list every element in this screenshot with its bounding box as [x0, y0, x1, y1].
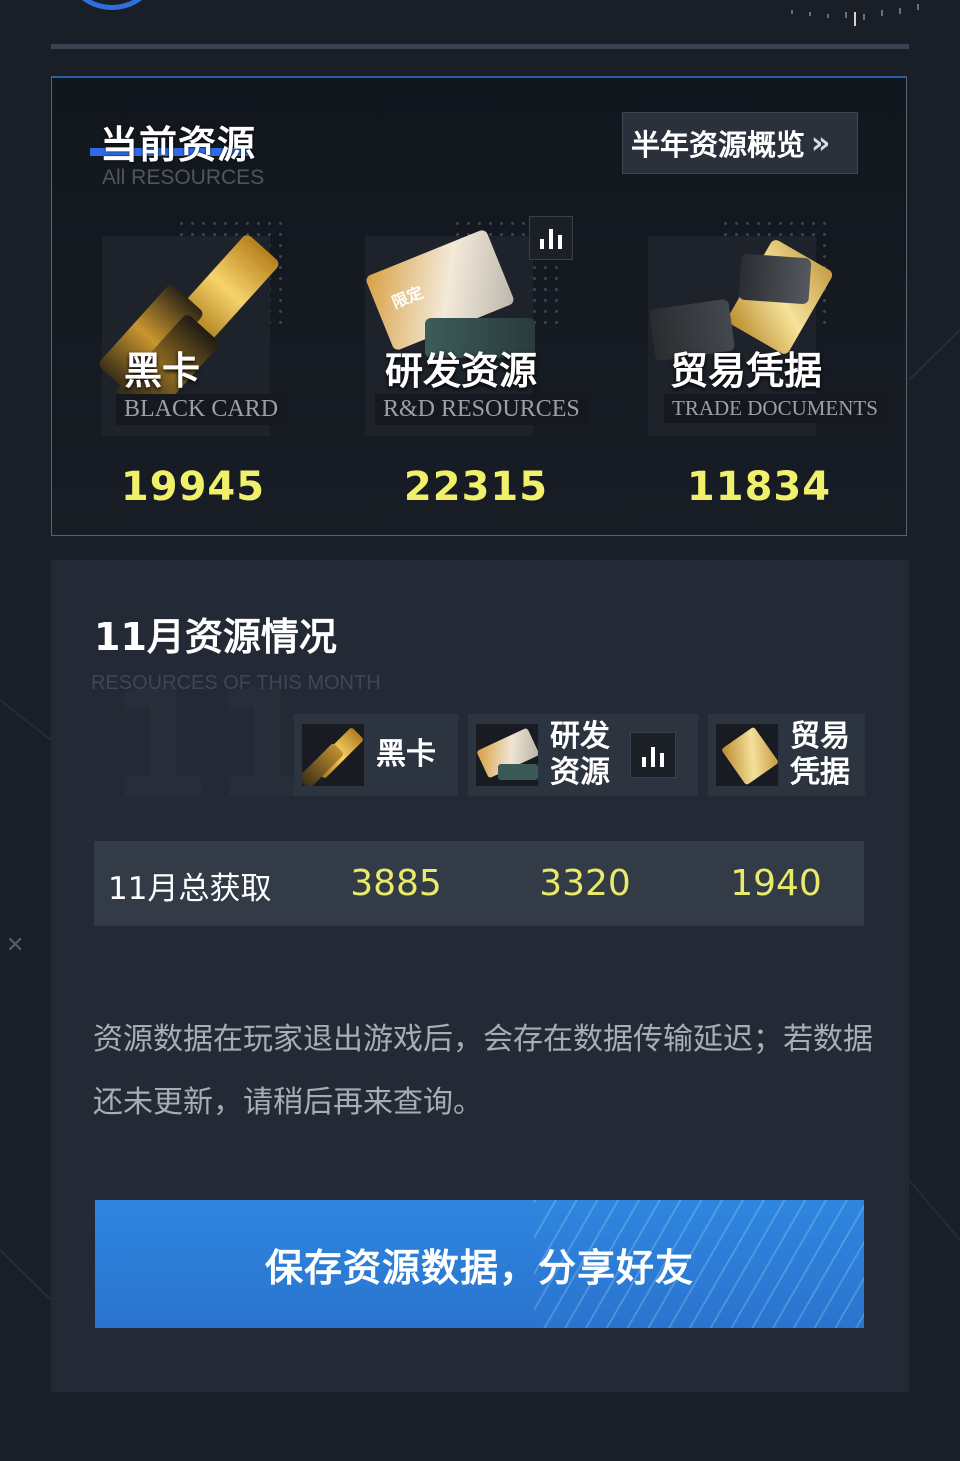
black-card-monthly-value: 3885 [350, 863, 442, 904]
rd-resources-icon [476, 724, 538, 786]
panel-subtitle: All RESOURCES [102, 166, 265, 189]
resource-card-black-card[interactable]: 黑卡 BLACK CARD [97, 226, 287, 436]
card-name-en: BLACK CARD [116, 394, 287, 425]
rd-resources-value: 22315 [403, 464, 549, 510]
header-rd-resources: 研发资源 [468, 714, 698, 796]
black-card-icon [302, 724, 364, 786]
black-card-value: 19945 [120, 464, 266, 510]
table-row: 11月总获取 3885 3320 1940 [94, 841, 864, 926]
double-chevron-right-icon: » [811, 125, 831, 161]
header-label: 研发资源 [550, 719, 610, 790]
card-name: 研发资源 [385, 349, 538, 393]
data-delay-notice: 资源数据在玩家退出游戏后，会存在数据传输延迟；若数据还未更新，请稍后再来查询。 [93, 1022, 873, 1120]
row-label: 11月总获取 [108, 871, 272, 907]
resource-card-trade-documents[interactable]: 贸易凭据 TRADE DOCUMENTS [648, 226, 886, 436]
card-name: 黑卡 [124, 349, 201, 393]
trade-documents-value: 11834 [686, 464, 832, 510]
resource-card-rd-resources[interactable]: 限定 研发资源 R&D RESOURCES [364, 226, 588, 436]
chart-bar-icon[interactable] [630, 732, 676, 778]
card-name-en: TRADE DOCUMENTS [664, 394, 886, 423]
trade-documents-icon [716, 724, 778, 786]
close-icon[interactable]: ✕ [6, 933, 24, 958]
month-subtitle: RESOURCES OF THIS MONTH [91, 672, 381, 694]
card-name-en: R&D RESOURCES [375, 394, 588, 425]
top-divider [51, 44, 909, 49]
half-year-overview-button[interactable]: 半年资源概览 » [622, 112, 858, 174]
chart-bar-icon[interactable] [529, 216, 573, 260]
header-label: 黑卡 [376, 737, 436, 772]
share-button-label: 保存资源数据，分享好友 [264, 1245, 694, 1290]
trade-documents-monthly-value: 1940 [730, 863, 822, 904]
month-title: 11月资源情况 [94, 615, 337, 659]
top-decoration [791, 4, 919, 26]
header-black-card: 黑卡 [294, 714, 458, 796]
card-name: 贸易凭据 [670, 349, 823, 393]
header-label: 贸易凭据 [790, 719, 850, 790]
rd-resources-monthly-value: 3320 [539, 863, 631, 904]
header-trade-documents: 贸易凭据 [708, 714, 865, 796]
monthly-resources-panel: 11 11月资源情况 RESOURCES OF THIS MONTH 黑卡 研发… [51, 560, 909, 1392]
current-resources-panel: 当前资源 All RESOURCES 半年资源概览 » 黑卡 BLACK CAR… [51, 76, 907, 536]
panel-title: 当前资源 [100, 123, 257, 167]
overview-button-label: 半年资源概览 [631, 128, 806, 162]
save-and-share-button[interactable]: 保存资源数据，分享好友 [95, 1200, 864, 1328]
